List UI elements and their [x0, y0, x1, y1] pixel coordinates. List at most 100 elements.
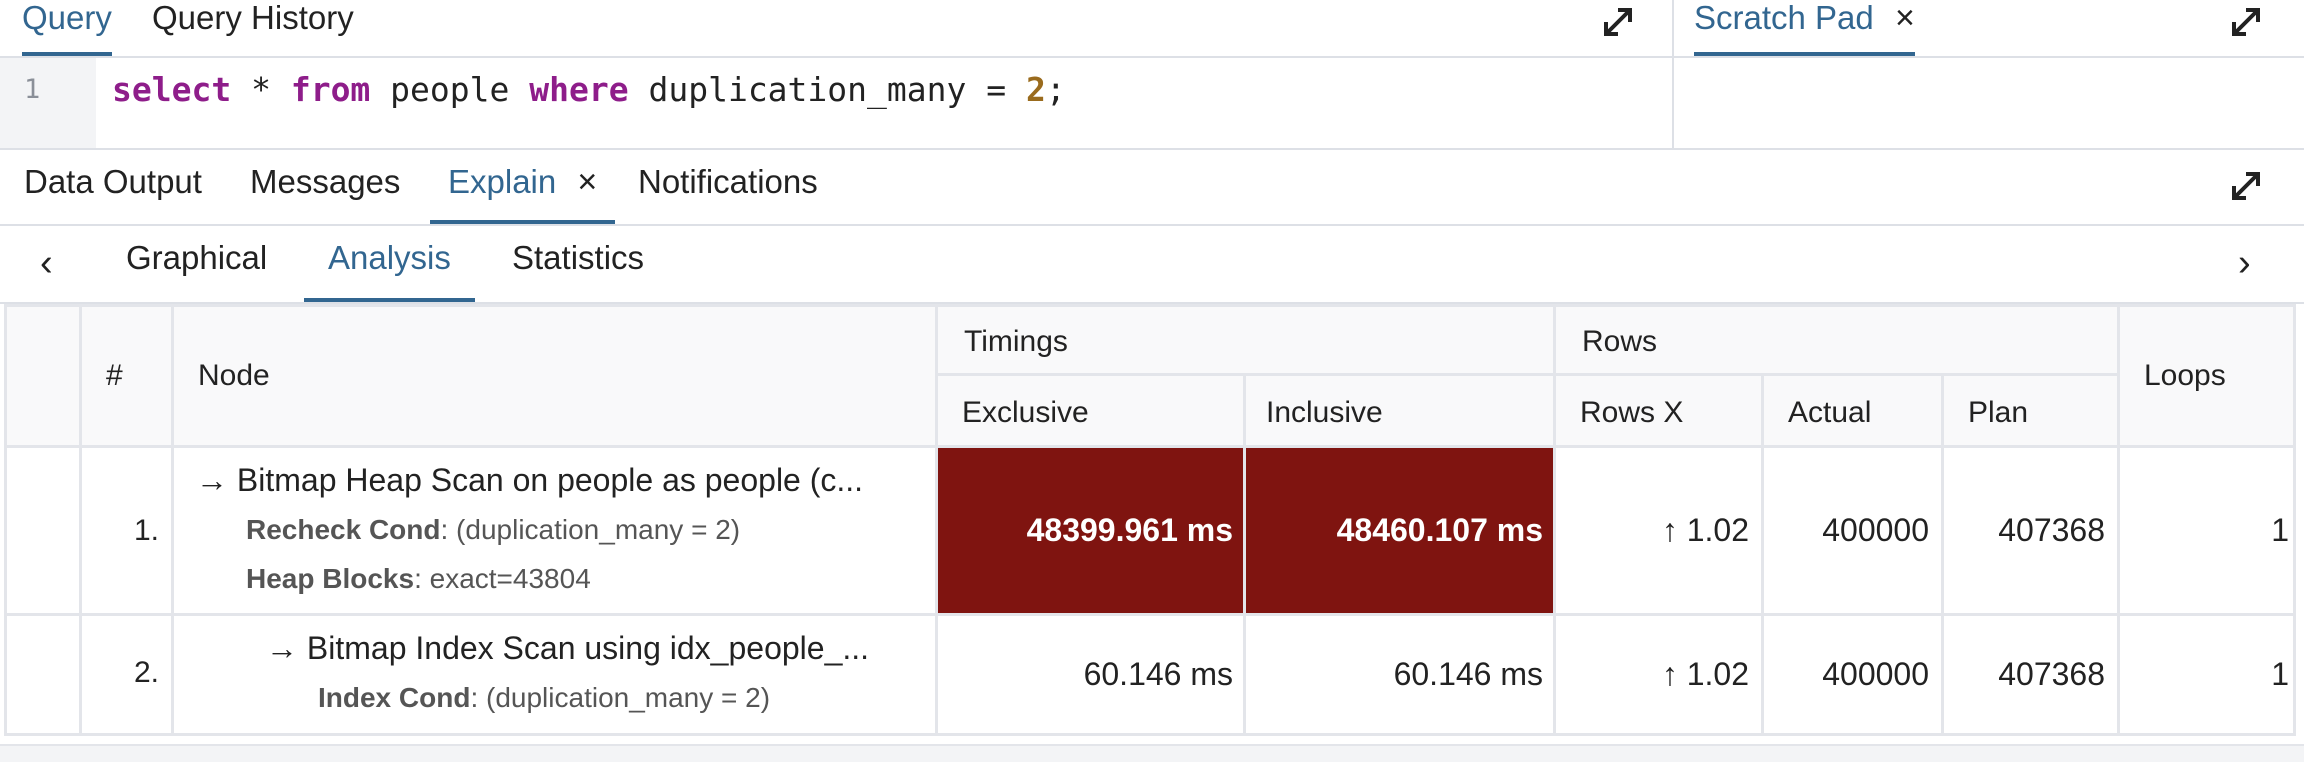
header-rows-x-label: Rows X — [1580, 396, 1684, 429]
exclusive-value: 60.146 ms — [1083, 656, 1233, 692]
editor-pane: Query Query History 1 select * from peop… — [0, 0, 1674, 148]
close-icon[interactable]: × — [1895, 0, 1915, 37]
tab-notifications[interactable]: Notifications — [638, 164, 818, 222]
explain-tabbar: Graphical Analysis Statistics — [0, 226, 2304, 304]
cell-exclusive: 48399.961 ms — [938, 448, 1246, 616]
header-loops[interactable]: Loops — [2120, 304, 2296, 448]
close-icon[interactable]: × — [577, 163, 597, 201]
expand-scratch-icon[interactable] — [2226, 2, 2266, 42]
cell-exclusive: 60.146 ms — [938, 616, 1246, 736]
node-title: → Bitmap Heap Scan on people as people (… — [196, 462, 863, 499]
header-node: Node — [174, 304, 938, 448]
header-actual[interactable]: Actual — [1764, 376, 1944, 448]
table-row-expander — [4, 448, 82, 616]
cell-loops: 1 — [2120, 448, 2296, 616]
cell-rows-x: ↑ 1.02 — [1556, 616, 1764, 736]
expand-results-icon[interactable] — [2226, 166, 2266, 206]
tab-statistics[interactable]: Statistics — [512, 240, 644, 300]
tab-messages-label: Messages — [250, 163, 401, 200]
header-rows-label: Rows — [1582, 325, 1658, 358]
table-row-node[interactable]: → Bitmap Heap Scan on people as people (… — [174, 448, 938, 616]
header-plan-label: Plan — [1968, 396, 2029, 429]
header-rows-x[interactable]: Rows X — [1556, 376, 1764, 448]
query-tabbar: Query Query History — [0, 0, 1672, 58]
tab-query-history[interactable]: Query History — [152, 0, 354, 54]
inclusive-value: 48460.107 ms — [1336, 512, 1543, 548]
tab-statistics-label: Statistics — [512, 239, 645, 276]
sql-number: 2 — [1025, 70, 1046, 109]
node-title: → Bitmap Index Scan using idx_people_... — [266, 630, 869, 667]
expand-editor-icon[interactable] — [1598, 2, 1638, 42]
header-exclusive[interactable]: Exclusive — [938, 376, 1246, 448]
plan-value: 407368 — [1998, 512, 2105, 548]
actual-value: 400000 — [1822, 512, 1929, 548]
detail-label: Index Cond — [318, 682, 471, 713]
result-tabbar: Data Output Messages Explain × Notificat… — [0, 150, 2304, 226]
header-exclusive-label: Exclusive — [962, 396, 1089, 429]
arrow-right-icon: → — [196, 462, 228, 498]
header-num: # — [82, 304, 174, 448]
row-num: 1. — [133, 514, 159, 547]
header-num-label: # — [106, 359, 123, 392]
header-plan[interactable]: Plan — [1944, 376, 2120, 448]
tab-graphical-label: Graphical — [126, 239, 268, 276]
line-gutter: 1 — [0, 58, 96, 148]
horizontal-scrollbar[interactable] — [0, 744, 2304, 762]
cell-plan: 407368 — [1944, 616, 2120, 736]
sql-text: ; — [1045, 70, 1066, 109]
chevron-right-icon[interactable]: › — [2238, 242, 2251, 285]
node-detail: Index Cond: (duplication_many = 2) — [318, 682, 770, 714]
node-detail: Heap Blocks: exact=43804 — [246, 563, 591, 595]
explain-analysis-table: # Node Timings Exclusive Inclusive Rows … — [4, 304, 2296, 736]
plan-value: 407368 — [1998, 656, 2105, 692]
tab-data-output[interactable]: Data Output — [24, 164, 202, 222]
tab-data-output-label: Data Output — [24, 163, 202, 200]
line-number: 1 — [24, 74, 41, 105]
row-num: 2. — [133, 656, 159, 689]
query-area: Query Query History 1 select * from peop… — [0, 0, 2304, 150]
sql-keyword: from — [290, 70, 371, 109]
table-row-num: 2. — [82, 616, 174, 736]
cell-inclusive: 60.146 ms — [1246, 616, 1556, 736]
tab-messages[interactable]: Messages — [250, 164, 400, 222]
node-name: Bitmap Index Scan using idx_people_... — [306, 630, 870, 666]
tab-query-history-label: Query History — [152, 0, 354, 36]
tab-analysis-label: Analysis — [328, 239, 451, 276]
sql-editor[interactable]: select * from people where duplication_m… — [112, 70, 1066, 109]
tab-explain[interactable]: Explain × — [430, 163, 616, 224]
rows-x-value: ↑ 1.02 — [1661, 512, 1749, 548]
cell-inclusive: 48460.107 ms — [1246, 448, 1556, 616]
cell-actual: 400000 — [1764, 616, 1944, 736]
header-expander — [4, 304, 82, 448]
tab-query[interactable]: Query — [22, 0, 112, 56]
detail-value: : (duplication_many = 2) — [470, 682, 771, 713]
cell-plan: 407368 — [1944, 448, 2120, 616]
loops-value: 1 — [2271, 656, 2289, 692]
tab-notifications-label: Notifications — [638, 163, 818, 200]
inclusive-value: 60.146 ms — [1393, 656, 1543, 692]
tab-graphical[interactable]: Graphical — [126, 240, 267, 300]
exclusive-value: 48399.961 ms — [1026, 512, 1233, 548]
loops-value: 1 — [2271, 512, 2289, 548]
tab-scratch-pad-label: Scratch Pad — [1694, 0, 1874, 36]
detail-label: Heap Blocks — [246, 563, 415, 594]
header-inclusive[interactable]: Inclusive — [1246, 376, 1556, 448]
tab-scratch-pad[interactable]: Scratch Pad × — [1694, 0, 1915, 56]
cell-loops: 1 — [2120, 616, 2296, 736]
node-name: Bitmap Heap Scan on people as people (c.… — [236, 462, 864, 498]
sql-text: * — [231, 70, 291, 109]
table-row-node[interactable]: → Bitmap Index Scan using idx_people_...… — [174, 616, 938, 736]
scratch-pad-pane: Scratch Pad × — [1674, 0, 2304, 148]
arrow-right-icon: → — [266, 630, 298, 666]
sql-text: people — [370, 70, 530, 109]
detail-value: : exact=43804 — [414, 563, 591, 594]
scratch-tabbar: Scratch Pad × — [1674, 0, 2304, 58]
cell-rows-x: ↑ 1.02 — [1556, 448, 1764, 616]
header-inclusive-label: Inclusive — [1266, 396, 1383, 429]
sql-keyword: where — [529, 70, 629, 109]
chevron-left-icon[interactable]: ‹ — [40, 242, 53, 285]
header-timings: Timings — [938, 304, 1556, 376]
tab-analysis[interactable]: Analysis — [304, 240, 475, 302]
tab-explain-label: Explain — [448, 163, 557, 200]
rows-x-value: ↑ 1.02 — [1661, 656, 1749, 692]
